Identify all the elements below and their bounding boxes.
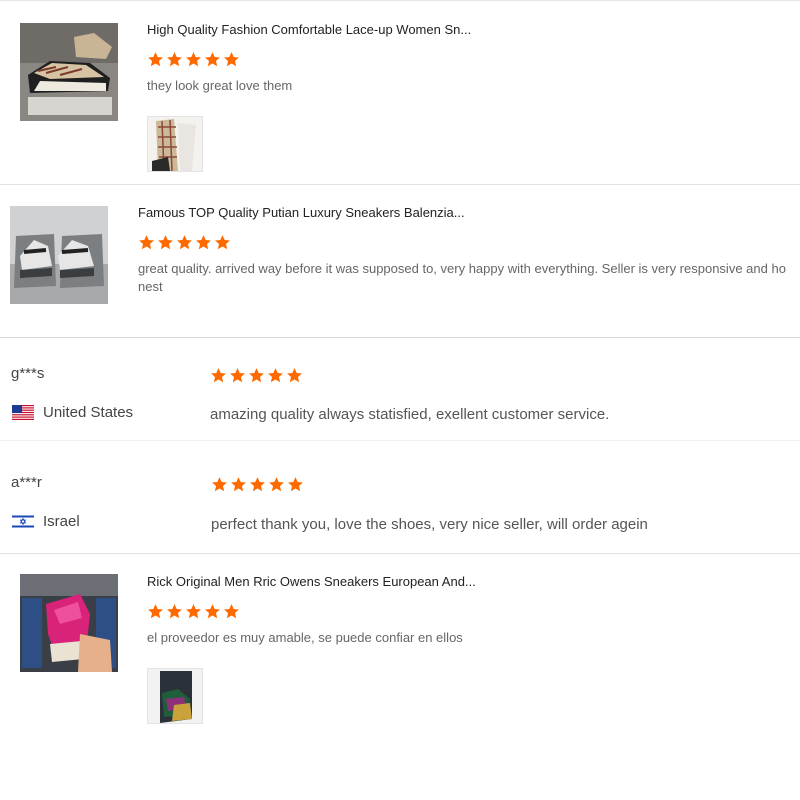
review-text: el proveedor es muy amable, se puede con… — [147, 630, 463, 645]
star-icon — [287, 368, 302, 383]
star-icon — [167, 604, 182, 619]
star-icon — [139, 235, 154, 250]
star-icon — [268, 368, 283, 383]
star-icon — [231, 477, 246, 492]
star-icon — [224, 52, 239, 67]
star-icon — [196, 235, 211, 250]
star-icon — [224, 604, 239, 619]
country-name: United States — [43, 404, 134, 421]
star-rating — [210, 367, 303, 384]
product-title[interactable]: Rick Original Men Rric Owens Sneakers Eu… — [147, 574, 476, 589]
review-text: amazing quality always statisfied, exell… — [210, 406, 610, 423]
star-icon — [148, 604, 163, 619]
product-review-card: High Quality Fashion Comfortable Lace-up… — [0, 0, 800, 184]
product-title[interactable]: Famous TOP Quality Putian Luxury Sneaker… — [138, 205, 465, 220]
us-flag-icon — [12, 405, 34, 420]
star-rating — [211, 476, 304, 493]
star-rating — [147, 51, 240, 68]
product-thumbnail[interactable] — [10, 206, 108, 304]
star-icon — [205, 52, 220, 67]
review-text: they look great love them — [147, 78, 293, 93]
star-icon — [288, 477, 303, 492]
israel-flag-icon — [12, 514, 34, 529]
star-icon — [186, 604, 201, 619]
reviewer-country: United States — [12, 404, 133, 421]
review-photo[interactable] — [147, 668, 203, 724]
reviewer-name: a***r — [11, 474, 42, 491]
star-icon — [211, 368, 226, 383]
product-thumbnail[interactable] — [20, 574, 118, 672]
star-rating — [138, 234, 231, 251]
user-review-row: a***r Israel perfect thank you, love the… — [0, 441, 800, 553]
reviewer-name: g***s — [11, 365, 45, 382]
review-photo[interactable] — [147, 116, 203, 172]
star-icon — [215, 235, 230, 250]
product-thumbnail[interactable] — [20, 23, 118, 121]
reviewer-country: Israel — [12, 513, 80, 530]
star-icon — [230, 368, 245, 383]
star-rating — [147, 603, 240, 620]
star-icon — [186, 52, 201, 67]
star-icon — [158, 235, 173, 250]
country-name: Israel — [43, 513, 80, 530]
product-title[interactable]: High Quality Fashion Comfortable Lace-up… — [147, 22, 471, 37]
star-icon — [269, 477, 284, 492]
star-icon — [167, 52, 182, 67]
review-text: great quality. arrived way before it was… — [138, 261, 786, 294]
star-icon — [205, 604, 220, 619]
star-icon — [249, 368, 264, 383]
star-icon — [250, 477, 265, 492]
review-text: perfect thank you, love the shoes, very … — [211, 516, 648, 533]
star-icon — [148, 52, 163, 67]
product-review-card: Famous TOP Quality Putian Luxury Sneaker… — [0, 185, 800, 337]
star-icon — [177, 235, 192, 250]
star-icon — [212, 477, 227, 492]
user-review-row: g***s United States amazing quality alwa… — [0, 338, 800, 440]
product-review-card: Rick Original Men Rric Owens Sneakers Eu… — [0, 554, 800, 800]
